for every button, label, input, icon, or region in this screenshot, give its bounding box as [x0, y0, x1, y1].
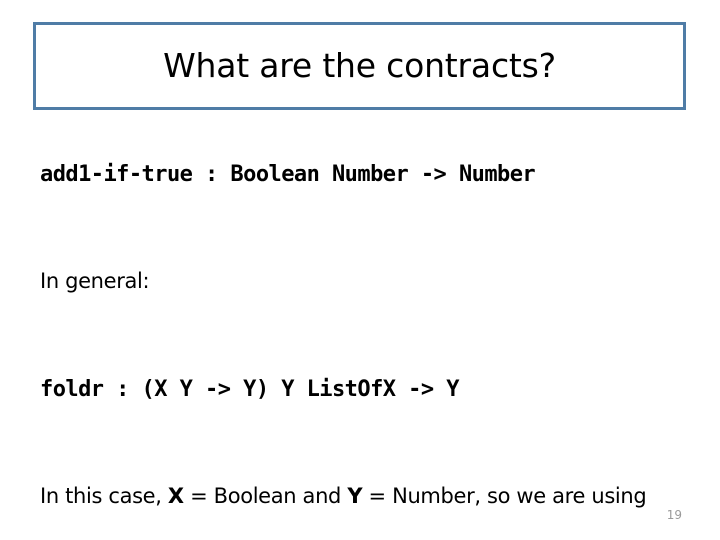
prose-text: In general: [40, 269, 150, 293]
code-text: foldr : (X Y -> Y) Y ListOfX -> Y [40, 376, 460, 402]
page-title: What are the contracts? [163, 45, 556, 85]
variable-x: X [167, 484, 184, 508]
prose-text: In this case, [40, 484, 168, 508]
slide: What are the contracts? add1-if-true : B… [0, 0, 720, 540]
body-content: add1-if-true : Boolean Number -> Number … [40, 124, 690, 540]
contract-line-add1-if-true: add1-if-true : Boolean Number -> Number [40, 124, 690, 232]
variable-y: Y [347, 484, 363, 508]
prose-text: = Boolean and [183, 484, 348, 508]
contract-line-foldr-general: foldr : (X Y -> Y) Y ListOfX -> Y [40, 339, 690, 447]
title-box: What are the contracts? [33, 22, 686, 110]
prose-text: = Number, so we are using [362, 484, 647, 508]
explanation-substitution: In this case, X = Boolean and Y = Number… [40, 447, 690, 540]
slide-number: 19 [666, 508, 682, 522]
label-in-general: In general: [40, 232, 690, 340]
code-text: add1-if-true : Boolean Number -> Number [40, 161, 536, 187]
